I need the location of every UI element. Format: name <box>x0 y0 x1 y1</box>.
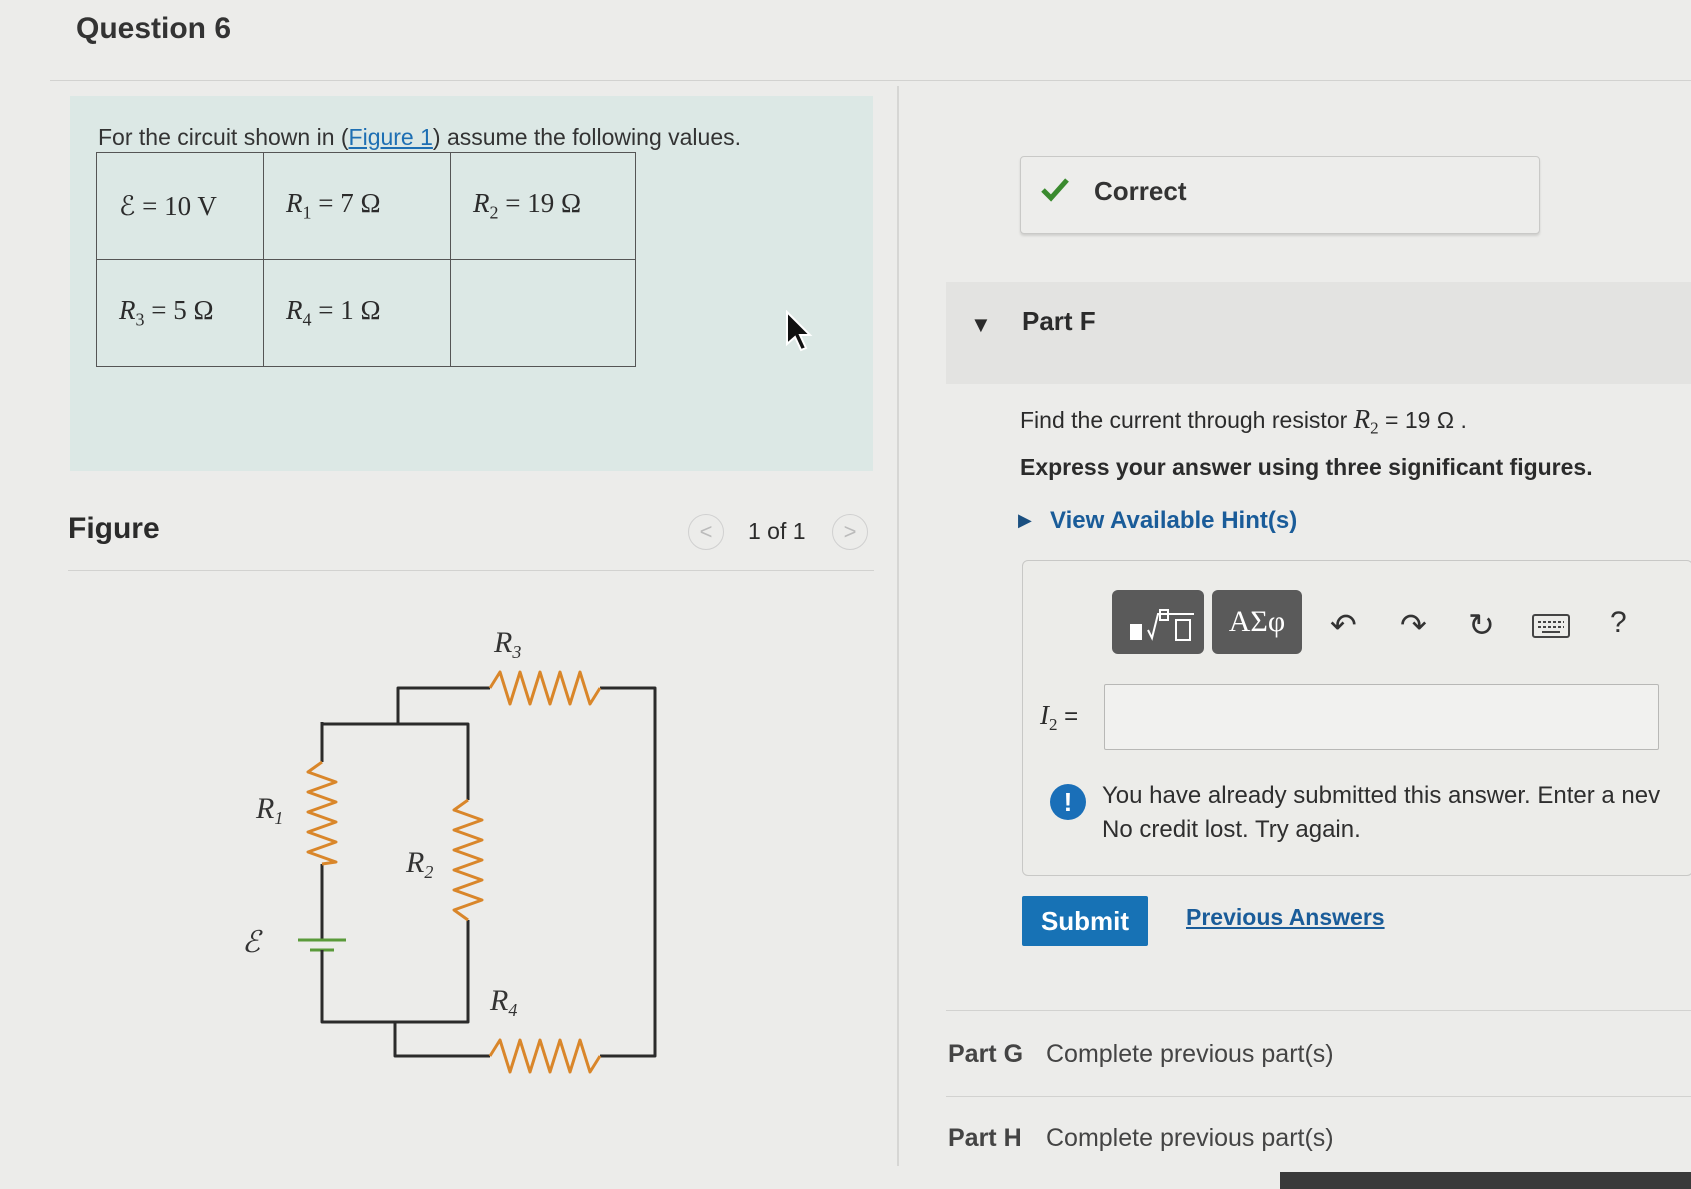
mouse-cursor-icon <box>786 310 813 352</box>
part-divider <box>946 1010 1691 1011</box>
r4-resistor <box>488 1038 602 1074</box>
checkmark-icon <box>1041 178 1069 202</box>
part-f-instruction: Express your answer using three signific… <box>1020 454 1593 480</box>
r2-value: R2 = 19 Ω <box>450 152 636 260</box>
circuit-diagram: R3 R4 R1 R2 ℰ <box>242 626 657 1074</box>
exclamation-icon: ! <box>1050 784 1086 820</box>
answer-label: I2 = <box>1040 700 1079 734</box>
part-g-label: Part G <box>948 1040 1024 1068</box>
previous-answers-link[interactable]: Previous Answers <box>1186 904 1385 931</box>
part-h-label: Part H <box>948 1124 1022 1152</box>
figure-prev-button[interactable]: < <box>688 514 724 550</box>
warning-message-secondary: No credit lost. Try again. <box>1102 816 1361 843</box>
answer-input[interactable] <box>1104 684 1659 750</box>
redo-icon[interactable]: ↷ <box>1400 606 1427 644</box>
figure-pager: 1 of 1 <box>748 518 806 544</box>
templates-icon <box>1130 609 1194 641</box>
part-divider <box>946 1096 1691 1097</box>
table-row: ℰ = 10 V R1 = 7 Ω R2 = 19 Ω <box>96 152 636 260</box>
figure-label: Figure <box>68 512 160 545</box>
r4-value: R4 = 1 Ω <box>263 259 451 367</box>
r3-value: R3 = 5 Ω <box>96 259 264 367</box>
r1-label: R1 <box>255 792 283 828</box>
emf-value: ℰ = 10 V <box>96 152 264 260</box>
header-divider <box>50 80 1691 81</box>
help-icon[interactable]: ? <box>1610 606 1627 640</box>
part-f-label[interactable]: Part F <box>1022 306 1096 337</box>
emf-label: ℰ <box>242 926 263 959</box>
view-hints-link[interactable]: View Available Hint(s) <box>1050 507 1297 535</box>
r4-label: R4 <box>489 984 517 1020</box>
values-table: ℰ = 10 V R1 = 7 Ω R2 = 19 Ω R3 = 5 Ω R4 … <box>96 152 636 367</box>
submit-button[interactable]: Submit <box>1022 896 1148 946</box>
warning-message: You have already submitted this answer. … <box>1102 782 1661 809</box>
templates-button[interactable] <box>1112 590 1204 654</box>
keyboard-icon[interactable] <box>1532 614 1570 638</box>
r2-resistor <box>452 798 484 922</box>
problem-intro: For the circuit shown in (Figure 1) assu… <box>98 124 741 151</box>
greek-symbols-button[interactable]: ΑΣφ <box>1212 590 1302 654</box>
correct-label: Correct <box>1094 176 1187 206</box>
r1-resistor <box>306 760 338 866</box>
r2-label: R2 <box>405 846 433 882</box>
r3-label: R3 <box>493 626 521 662</box>
screen-bezel <box>1280 1172 1691 1189</box>
part-h-status: Complete previous part(s) <box>1046 1124 1334 1152</box>
table-row: R3 = 5 Ω R4 = 1 Ω <box>96 259 636 367</box>
undo-icon[interactable]: ↶ <box>1330 606 1357 644</box>
caret-down-icon[interactable]: ▼ <box>970 312 992 338</box>
intro-text-after: ) assume the following values. <box>432 124 742 150</box>
empty-cell <box>450 259 636 367</box>
intro-text-before: For the circuit shown in ( <box>98 124 349 150</box>
r1-value: R1 = 7 Ω <box>263 152 451 260</box>
reset-icon[interactable]: ↻ <box>1468 606 1495 644</box>
caret-right-icon[interactable]: ▶ <box>1018 510 1032 531</box>
column-divider <box>897 86 899 1166</box>
figure-next-button[interactable]: > <box>832 514 868 550</box>
part-g-status: Complete previous part(s) <box>1046 1040 1334 1068</box>
r3-resistor <box>488 670 602 706</box>
figure-divider <box>68 570 874 571</box>
part-f-question: Find the current through resistor R2 = 1… <box>1020 404 1467 438</box>
figure-link[interactable]: Figure 1 <box>349 124 433 150</box>
question-title: Question 6 <box>76 12 232 45</box>
